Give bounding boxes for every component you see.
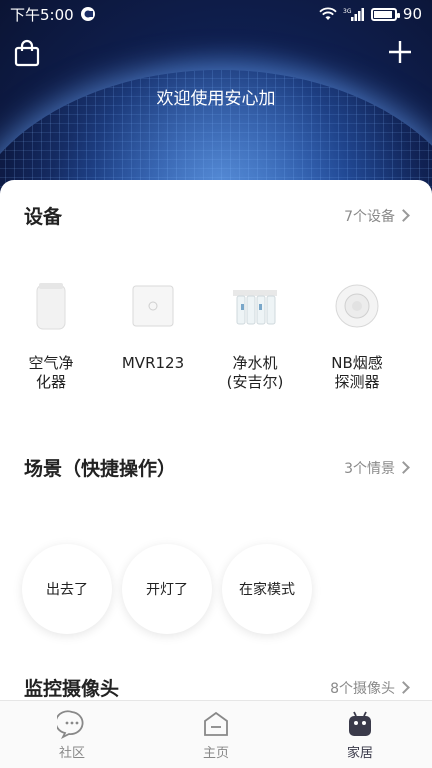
water-purifier-icon [229, 280, 281, 332]
nav-tab-home[interactable]: 主页 [144, 701, 288, 768]
devices-more-link[interactable]: 7个设备 [344, 206, 410, 226]
home-card: 设备 7个设备 空气净 化器 MVR123 净水机 (安吉尔) NB烟感 探测器… [0, 180, 432, 700]
device-item-smoke-detector[interactable]: NB烟感 探测器 [306, 280, 408, 392]
scenes-count: 3个情景 [344, 460, 395, 477]
nav-label: 主页 [202, 745, 229, 761]
nav-label: 家居 [346, 745, 373, 761]
scene-list: 出去了 开灯了 在家模式 [22, 544, 312, 634]
cameras-title: 监控摄像头 [24, 678, 120, 700]
chat-bubble-icon [57, 709, 84, 739]
chevron-right-icon [397, 209, 410, 222]
battery-icon [370, 7, 400, 21]
device-list: 空气净 化器 MVR123 净水机 (安吉尔) NB烟感 探测器 [0, 280, 432, 392]
nav-tab-community[interactable]: 社区 [0, 701, 144, 768]
shopping-bag-icon[interactable] [12, 38, 44, 70]
device-item-mvr123[interactable]: MVR123 [102, 280, 204, 392]
nav-tab-smart-home[interactable]: 家居 [288, 701, 432, 768]
signal-icon: 3G [343, 7, 365, 21]
device-label: 空气净 化器 [28, 354, 74, 391]
scenes-title: 场景（快捷操作） [24, 458, 177, 480]
devices-count: 7个设备 [344, 208, 395, 225]
router-box-icon [127, 280, 179, 332]
app-notification-icon [80, 6, 96, 22]
add-icon[interactable] [386, 38, 418, 70]
smoke-detector-icon [331, 280, 383, 332]
scene-button-go-out[interactable]: 出去了 [22, 544, 112, 634]
device-label: NB烟感 探测器 [331, 354, 383, 391]
hero-banner: 下午5:00 3G 90 欢迎使用安心加 [0, 0, 432, 200]
device-item-air-purifier[interactable]: 空气净 化器 [0, 280, 102, 392]
chevron-right-icon [397, 461, 410, 474]
status-time: 下午5:00 [10, 5, 74, 24]
devices-header: 设备 7个设备 [24, 202, 410, 229]
cameras-more-link[interactable]: 8个摄像头 [330, 678, 410, 698]
network-type-label: 3G [343, 8, 352, 15]
devices-title: 设备 [24, 206, 63, 228]
battery-level: 90 [402, 5, 422, 23]
wifi-icon [319, 7, 337, 21]
robot-icon [349, 711, 371, 736]
status-bar: 下午5:00 3G 90 [0, 0, 432, 28]
scenes-more-link[interactable]: 3个情景 [344, 458, 410, 478]
bottom-nav: 社区 主页 家居 [0, 700, 432, 768]
air-purifier-icon [25, 280, 77, 332]
scenes-header: 场景（快捷操作） 3个情景 [24, 454, 410, 481]
cameras-count: 8个摄像头 [330, 680, 395, 697]
home-icon [204, 711, 228, 736]
device-item-water-purifier[interactable]: 净水机 (安吉尔) [204, 280, 306, 392]
welcome-title: 欢迎使用安心加 [156, 89, 276, 109]
cameras-header: 监控摄像头 8个摄像头 [24, 674, 410, 700]
device-label: MVR123 [121, 354, 185, 372]
scene-button-lights-on[interactable]: 开灯了 [122, 544, 212, 634]
nav-label: 社区 [58, 745, 85, 761]
device-label: 净水机 (安吉尔) [226, 354, 284, 391]
chevron-right-icon [397, 681, 410, 694]
scene-button-home-mode[interactable]: 在家模式 [222, 544, 312, 634]
